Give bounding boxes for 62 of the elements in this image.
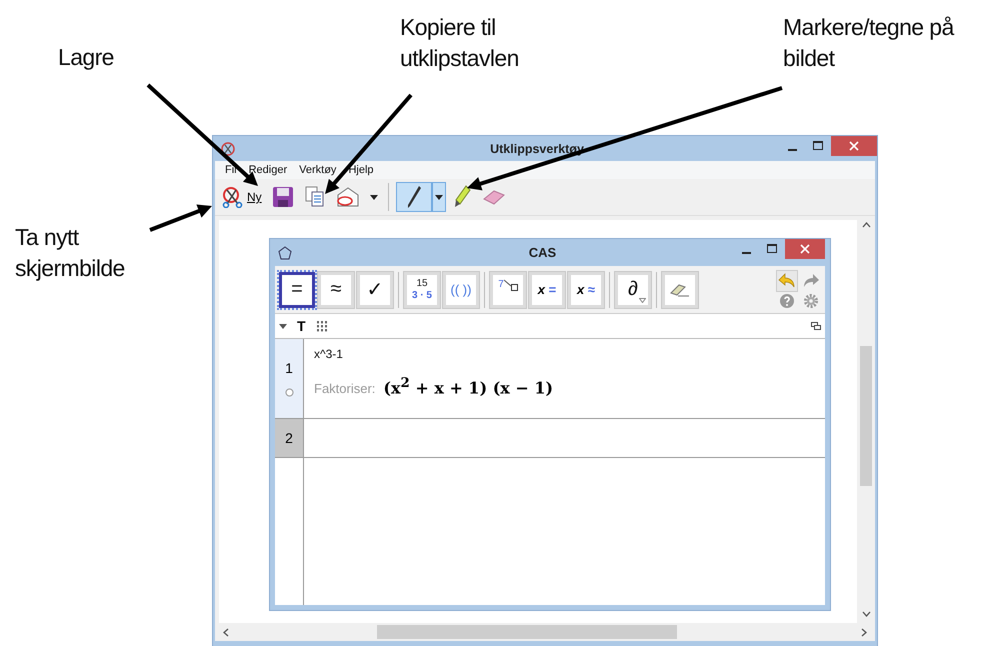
pentagon-icon — [278, 246, 292, 260]
scroll-up-icon[interactable] — [862, 222, 870, 228]
callout-label: Markere/tegne på bildet — [783, 13, 954, 73]
cas-tool-button[interactable]: x = — [529, 272, 565, 308]
row-number: 2 — [285, 430, 293, 446]
cas-tool-button[interactable]: x ≈ — [568, 272, 604, 308]
menu-item[interactable]: Hjelp — [348, 164, 374, 176]
row-header[interactable]: 1 — [275, 339, 304, 418]
scroll-down-icon[interactable] — [862, 611, 870, 617]
undo-icon[interactable] — [777, 270, 797, 290]
cas-tool-button[interactable]: = — [279, 272, 315, 308]
substitute-icon — [504, 278, 518, 290]
close-button[interactable] — [831, 136, 877, 156]
cas-tool-button[interactable]: ✓ — [357, 272, 393, 308]
callout-label: Ta nytt skjermbilde — [15, 223, 125, 283]
restore-icon[interactable] — [811, 322, 821, 330]
help-icon[interactable] — [779, 292, 795, 308]
scroll-right-icon[interactable] — [861, 628, 867, 636]
cas-tool-button[interactable]: 15 3 · 5 — [404, 272, 440, 308]
dropdown-button[interactable] — [432, 182, 446, 212]
text-style-button[interactable]: T — [297, 318, 306, 334]
close-icon — [800, 244, 810, 254]
callout-label: Lagre — [58, 43, 114, 72]
copy-icon — [304, 186, 325, 208]
minimize-icon — [742, 252, 750, 254]
cas-tool-button[interactable]: ∂ — [615, 272, 651, 308]
close-button[interactable] — [785, 239, 825, 259]
triangle-icon — [639, 298, 646, 302]
highlighter-icon — [452, 185, 471, 209]
cas-tool-button[interactable]: ≈ — [318, 272, 354, 308]
menu-item[interactable]: Rediger — [248, 164, 288, 176]
cas-tool-button[interactable]: (( )) — [443, 272, 479, 308]
cas-tool-button[interactable] — [662, 272, 698, 308]
pen-icon — [406, 184, 422, 210]
maximize-icon — [767, 244, 777, 254]
callout-label: Kopiere til utklipstavlen — [400, 13, 519, 73]
scissors-icon — [221, 142, 235, 156]
minimize-icon — [788, 148, 796, 150]
pen-button[interactable] — [396, 182, 432, 212]
input-text[interactable]: x^3-1 — [314, 347, 815, 361]
caret-icon[interactable] — [279, 324, 287, 328]
number-grid-icon[interactable] — [316, 320, 328, 332]
pointer-arrow — [149, 204, 212, 232]
cas-tool-button[interactable]: 7 — [490, 272, 526, 308]
window-title: CAS — [528, 245, 556, 260]
eraser-icon — [669, 282, 691, 298]
new-snip-button[interactable]: Ny — [219, 182, 265, 212]
output-label: Faktoriser: — [314, 381, 376, 396]
menu-item[interactable]: Verktøy — [299, 164, 336, 176]
maximize-icon — [813, 141, 823, 151]
output-formula: (x$^{2}$ + x + 1) (x − 1) — [383, 375, 554, 398]
settings-icon[interactable] — [803, 292, 819, 308]
scroll-left-icon[interactable] — [223, 628, 229, 636]
close-icon — [849, 141, 859, 151]
scrollbar-thumb[interactable] — [377, 625, 677, 639]
caret-icon — [370, 194, 378, 200]
caret-icon — [434, 194, 443, 200]
scrollbar-thumb[interactable] — [860, 346, 872, 486]
envelope-icon — [336, 186, 360, 208]
row-header[interactable]: 2 — [275, 419, 304, 457]
circle-icon[interactable] — [284, 388, 294, 397]
row-number: 1 — [285, 360, 293, 376]
